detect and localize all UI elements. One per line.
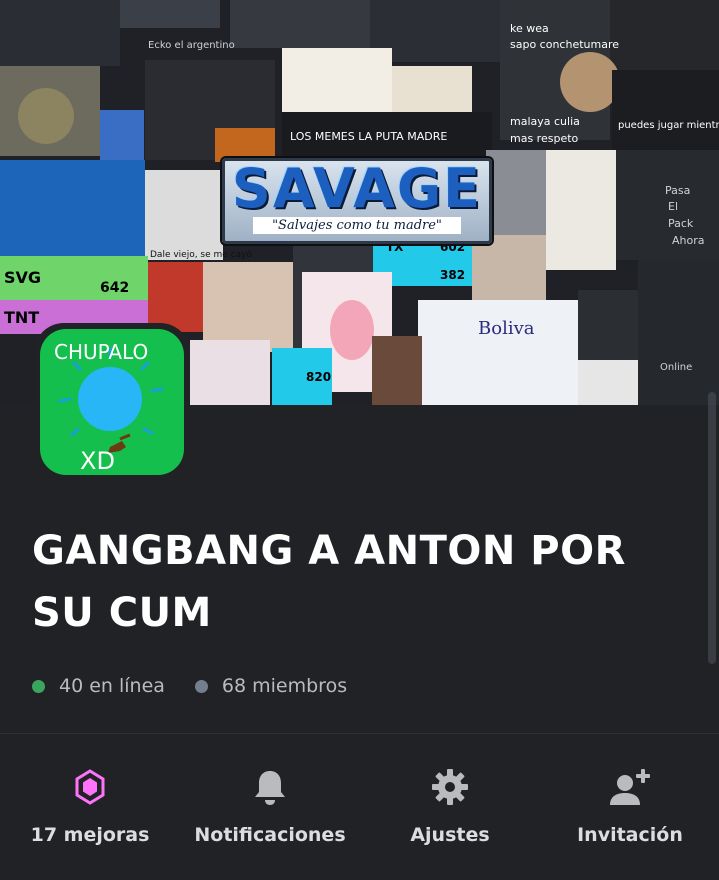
collage-tile [0,160,145,256]
collage-tile [18,88,74,144]
collage-tile [282,48,392,112]
collage-tile [612,70,719,150]
collage-tile [472,235,546,300]
collage-tile [330,300,374,360]
collage-text: 820 [306,370,332,384]
collage-text: mas respeto [510,132,579,145]
settings-label: Ajustes [410,824,490,846]
collage-text: Pasa [665,184,691,197]
settings-button[interactable]: Ajustes [365,735,535,880]
collage-tile [578,290,638,360]
server-icon-text-bottom: XD [80,447,115,475]
collage-text: 642 [100,280,130,296]
collage-tile [148,262,203,332]
collage-tile [203,262,293,352]
savage-logo: SAVAGE "Salvajes como tu madre" [222,158,492,244]
collage-text: Ecko el argentino [148,40,235,51]
collage-tile [0,0,120,66]
server-icon-drawing: CHUPALO XD [54,340,164,475]
server-name: GANGBANG A ANTON POR SU CUM [32,528,626,636]
add-user-icon [608,765,652,809]
collage-tile [145,170,223,260]
collage-tile [372,336,422,405]
collage-text: TNT [4,308,40,327]
boosts-label: 17 mejoras [30,824,150,846]
collage-tile [560,52,620,112]
server-icon-text-top: CHUPALO [54,340,148,364]
members-dot-icon [194,679,208,693]
savage-logo-word: SAVAGE [231,157,483,220]
notifications-button[interactable]: Notificaciones [185,735,355,880]
collage-tile [190,340,270,405]
collage-tile [638,260,719,405]
online-count-text: 40 en línea [59,675,165,697]
server-icon-image: CHUPALO XD [40,329,184,475]
boosts-button[interactable]: 17 mejoras [5,735,175,880]
invite-label: Invitación [577,824,683,846]
boost-gem-icon [68,765,112,809]
collage-tile [230,0,370,48]
invite-button[interactable]: Invitación [545,735,715,880]
collage-text: ke wea [510,22,549,35]
collage-text: El [668,200,679,213]
server-stats: 40 en línea 68 miembros [32,672,377,700]
scrollbar[interactable] [708,392,716,664]
collage-tile [418,300,578,405]
collage-text: Online [660,362,693,373]
collage-tile [578,360,638,405]
collage-tile [546,150,616,270]
divider [0,733,719,734]
member-count-text: 68 miembros [221,675,348,697]
collage-text: sapo conchetumare [510,38,620,51]
collage-text: Pack [668,217,694,230]
collage-text: puedes jugar mientras juega [618,120,719,131]
collage-tile [120,0,220,28]
collage-text: malaya culia [510,115,580,128]
member-count: 68 miembros [194,675,348,697]
collage-text: Dale viejo, se me cayó [150,250,252,260]
server-icon[interactable]: CHUPALO XD [34,323,190,481]
notifications-label: Notificaciones [194,824,346,846]
savage-logo-tagline: "Salvajes como tu madre" [253,217,461,234]
collage-tile [610,0,719,70]
bell-icon [248,765,292,809]
collage-text: LOS MEMES LA PUTA MADRE [290,130,448,143]
server-actions: 17 mejoras Notificaciones Ajustes Invita… [0,735,719,880]
collage-text: Ahora [672,234,705,247]
collage-text: SVG [4,268,42,287]
online-count: 40 en línea [32,675,165,697]
collage-text: Boliva [478,318,535,339]
online-dot-icon [32,679,45,693]
gear-icon [428,765,472,809]
collage-text: 382 [440,268,466,282]
